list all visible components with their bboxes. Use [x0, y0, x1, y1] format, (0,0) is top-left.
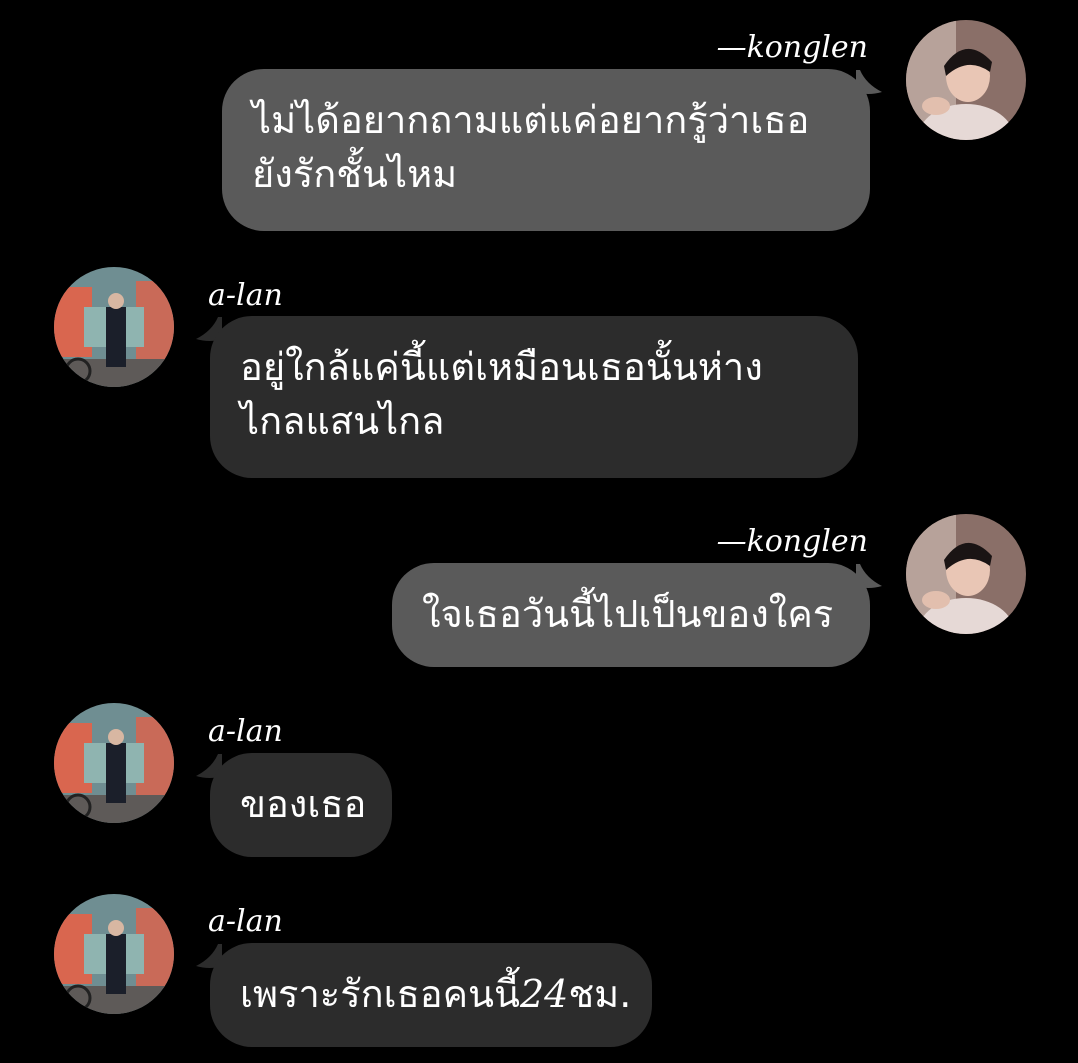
message-text-line: ของเธอ	[240, 782, 367, 826]
message-text-part: เพราะรักเธอคนนี้	[240, 972, 520, 1016]
message-text-part: 24	[520, 972, 569, 1016]
alan-avatar-icon[interactable]	[54, 267, 174, 387]
message-bubble[interactable]: ของเธอ	[210, 753, 392, 857]
message-text-line: อยู่ใกล้แค่นี้แต่เหมือนเธอนั้นห่าง	[240, 345, 763, 389]
sender-name: —konglen	[716, 30, 868, 65]
konglen-avatar-icon[interactable]	[906, 514, 1026, 634]
message-bubble[interactable]: ไม่ได้อยากถามแต่แค่อยากรู้ว่าเธอ ยังรักช…	[222, 69, 870, 231]
message-text-line: ไกลแสนไกล	[240, 399, 445, 443]
sender-name: a-lan	[208, 278, 283, 313]
sender-name: a-lan	[208, 904, 283, 939]
message-text-line: ยังรักชั้นไหม	[252, 152, 458, 196]
message-text-line: เพราะรักเธอคนนี้24ชม.	[240, 967, 631, 1021]
message-text-line: ใจเธอวันนี้ไปเป็นของใคร	[422, 592, 834, 636]
sender-name: —konglen	[716, 524, 868, 559]
message-bubble[interactable]: เพราะรักเธอคนนี้24ชม.	[210, 943, 652, 1047]
message-text-line: ไม่ได้อยากถามแต่แค่อยากรู้ว่าเธอ	[252, 98, 810, 142]
message-text-part: ชม.	[568, 972, 632, 1016]
message-bubble[interactable]: ใจเธอวันนี้ไปเป็นของใคร	[392, 563, 870, 667]
konglen-avatar-icon[interactable]	[906, 20, 1026, 140]
alan-avatar-icon[interactable]	[54, 703, 174, 823]
alan-avatar-icon[interactable]	[54, 894, 174, 1014]
sender-name: a-lan	[208, 714, 283, 749]
message-bubble[interactable]: อยู่ใกล้แค่นี้แต่เหมือนเธอนั้นห่าง ไกลแส…	[210, 316, 858, 478]
